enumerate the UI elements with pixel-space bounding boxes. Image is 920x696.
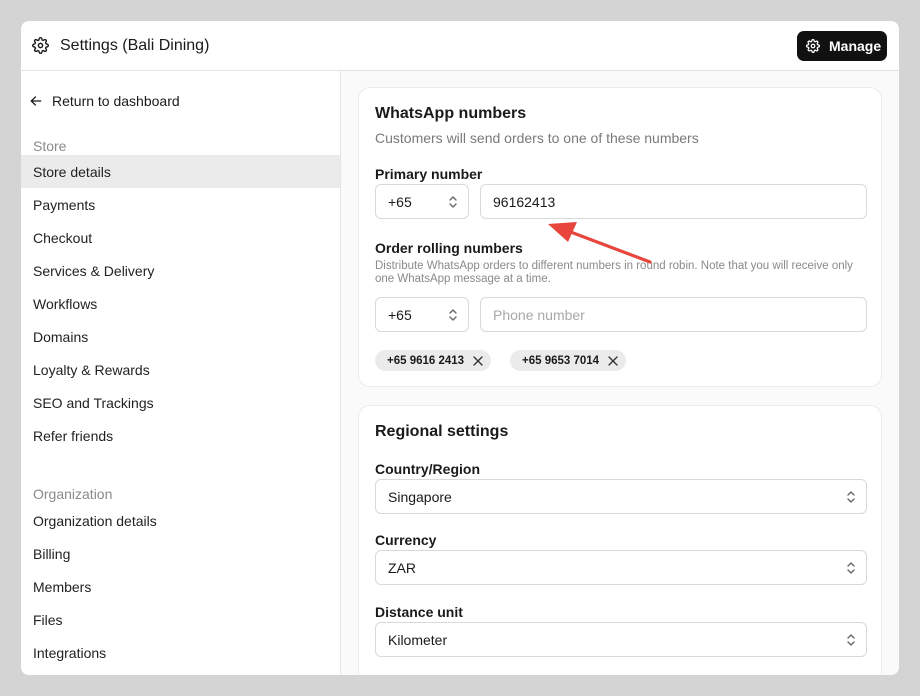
sidebar-item-billing[interactable]: Billing: [21, 537, 340, 570]
sidebar-item-integrations[interactable]: Integrations: [21, 636, 340, 669]
sidebar-item-label: Services & Delivery: [33, 262, 155, 279]
country-region-label: Country/Region: [375, 461, 480, 477]
order-rolling-numbers-label: Order rolling numbers: [375, 240, 523, 256]
sidebar-item-checkout[interactable]: Checkout: [21, 221, 340, 254]
primary-number-label: Primary number: [375, 166, 483, 182]
sidebar-item-label: SEO and Trackings: [33, 394, 154, 411]
primary-country-code-value: +65: [388, 193, 412, 210]
chevron-up-down-icon: [847, 634, 855, 646]
rolling-number-chip: +65 9653 7014: [510, 350, 627, 371]
settings-window: Settings (Bali Dining) Manage Return to …: [21, 21, 899, 675]
return-to-dashboard-label: Return to dashboard: [52, 93, 180, 109]
sidebar-item-label: Integrations: [33, 644, 107, 661]
sidebar-item-label: Loyalty & Rewards: [33, 361, 150, 378]
chevron-up-down-icon: [449, 196, 457, 208]
country-region-select[interactable]: Singapore: [375, 479, 867, 514]
distance-unit-select[interactable]: Kilometer: [375, 622, 867, 657]
sidebar-item-members[interactable]: Members: [21, 570, 340, 603]
chevron-up-down-icon: [847, 562, 855, 574]
whatsapp-card-title: WhatsApp numbers: [375, 105, 527, 122]
sidebar-item-label: Checkout: [33, 229, 93, 246]
close-icon[interactable]: [608, 355, 618, 366]
sidebar-item-services-delivery[interactable]: Services & Delivery: [21, 254, 340, 287]
primary-country-code-select[interactable]: +65: [375, 184, 469, 219]
sidebar-item-label: Files: [33, 611, 63, 628]
chevron-up-down-icon: [449, 309, 457, 321]
country-region-value: Singapore: [388, 488, 452, 505]
rolling-country-code-value: +65: [388, 306, 412, 323]
sidebar-item-label: Workflows: [33, 295, 98, 312]
regional-settings-card: Regional settings Country/Region Singapo…: [358, 405, 882, 675]
sidebar-item-store-details[interactable]: Store details: [21, 155, 340, 188]
return-to-dashboard-link[interactable]: Return to dashboard: [29, 93, 180, 109]
sidebar-item-loyalty-rewards[interactable]: Loyalty & Rewards: [21, 353, 340, 386]
sidebar-item-payments[interactable]: Payments: [21, 188, 340, 221]
group-label-store: Store: [33, 138, 67, 154]
header-bar: Settings (Bali Dining) Manage: [21, 21, 899, 71]
regional-card-title: Regional settings: [375, 423, 509, 440]
order-rolling-help-text: Distribute WhatsApp orders to different …: [375, 260, 853, 285]
chip-label: +65 9616 2413: [387, 354, 465, 367]
manage-button[interactable]: Manage: [797, 31, 887, 61]
arrow-left-icon: [30, 96, 42, 106]
currency-label: Currency: [375, 532, 437, 548]
whatsapp-card-subtitle: Customers will send orders to one of the…: [375, 130, 699, 146]
sidebar-item-refer-friends[interactable]: Refer friends: [21, 419, 340, 452]
sidebar-item-label: Domains: [33, 328, 89, 345]
distance-unit-value: Kilometer: [388, 631, 448, 648]
distance-unit-label: Distance unit: [375, 604, 463, 620]
rolling-country-code-select[interactable]: +65: [375, 297, 469, 332]
sidebar-item-seo-trackings[interactable]: SEO and Trackings: [21, 386, 340, 419]
main-content: WhatsApp numbers Customers will send ord…: [341, 71, 899, 675]
sidebar-item-label: Members: [33, 578, 92, 595]
sidebar-item-organization-details[interactable]: Organization details: [21, 504, 340, 537]
gear-icon: [32, 37, 49, 54]
currency-select[interactable]: ZAR: [375, 550, 867, 585]
sidebar-item-label: Organization details: [33, 512, 157, 529]
primary-number-input-wrapper: [480, 184, 867, 219]
chip-label: +65 9653 7014: [522, 354, 600, 367]
whatsapp-numbers-card: WhatsApp numbers Customers will send ord…: [358, 87, 882, 387]
chevron-up-down-icon: [847, 491, 855, 503]
sidebar-item-domains[interactable]: Domains: [21, 320, 340, 353]
sidebar-item-label: Billing: [33, 545, 71, 562]
sidebar-item-files[interactable]: Files: [21, 603, 340, 636]
rolling-number-chip: +65 9616 2413: [375, 350, 492, 371]
primary-number-input[interactable]: [493, 193, 853, 210]
sidebar-item-label: Refer friends: [33, 427, 114, 444]
manage-button-label: Manage: [829, 38, 882, 54]
group-label-organization: Organization: [33, 486, 113, 502]
gear-icon: [806, 39, 820, 53]
sidebar-item-workflows[interactable]: Workflows: [21, 287, 340, 320]
close-icon[interactable]: [473, 355, 483, 366]
sidebar-item-label: Payments: [33, 196, 96, 213]
currency-value: ZAR: [388, 559, 416, 576]
sidebar: Return to dashboard Store Store details …: [21, 71, 341, 675]
sidebar-item-label: Store details: [33, 163, 111, 180]
rolling-phone-number-input[interactable]: [493, 306, 853, 323]
page-title: Settings (Bali Dining): [60, 37, 210, 54]
rolling-number-input-wrapper: [480, 297, 867, 332]
